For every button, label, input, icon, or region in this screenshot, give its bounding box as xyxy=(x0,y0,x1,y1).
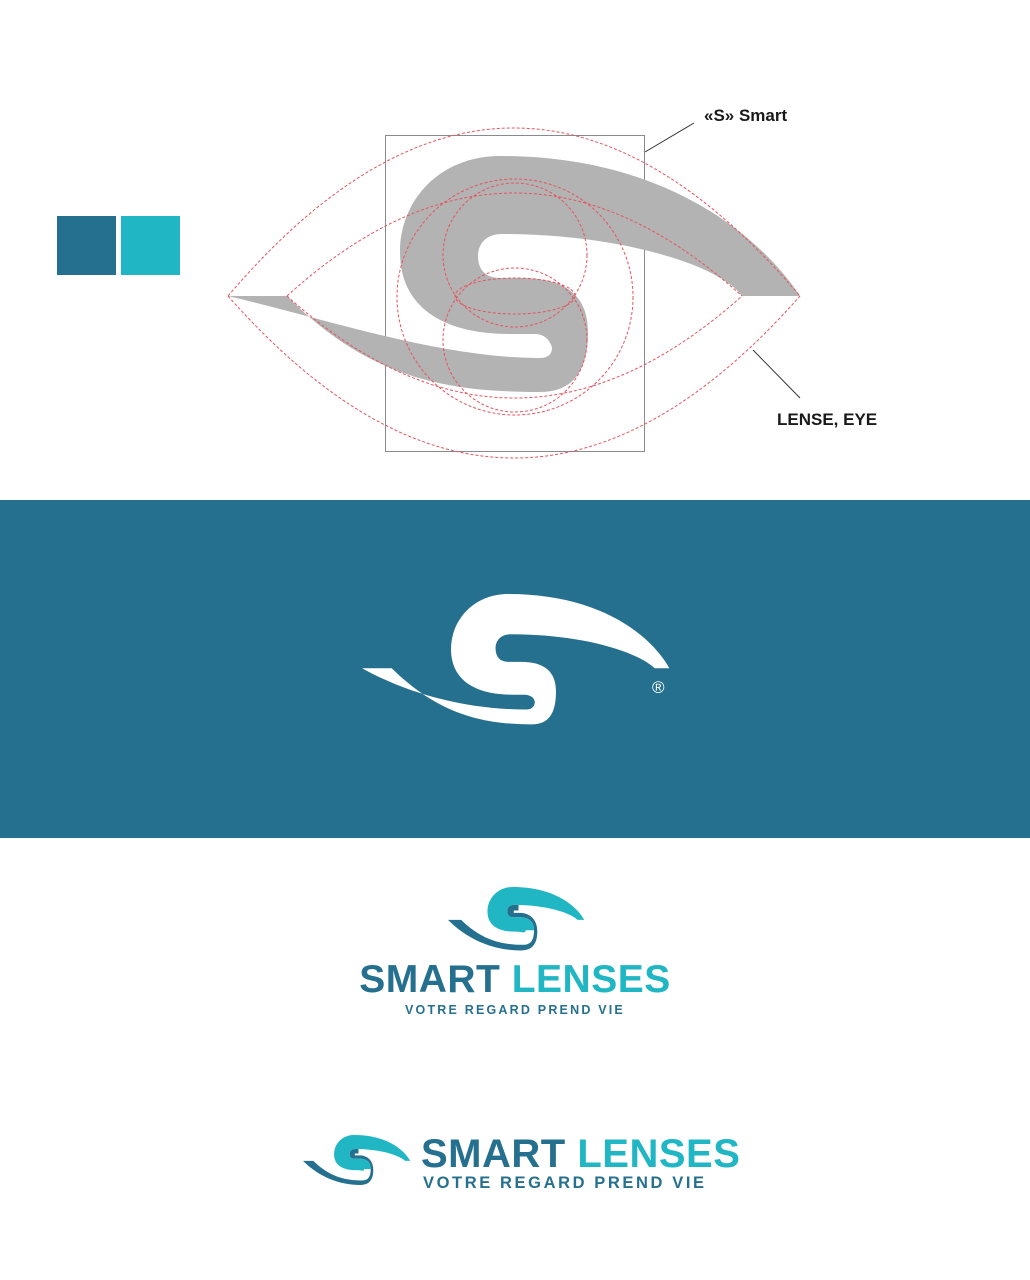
brand-name-lenses: LENSES xyxy=(511,958,671,1001)
brand-name-smart: SMART xyxy=(421,1132,566,1176)
brand-name-lenses: LENSES xyxy=(577,1132,741,1176)
stacked-logo-mark xyxy=(303,887,585,1185)
inline-tagline: VOTRE REGARD PREND VIE xyxy=(423,1174,707,1192)
stacked-tagline: VOTRE REGARD PREND VIE xyxy=(405,1003,625,1017)
brand-name-smart: SMART xyxy=(359,958,501,1001)
stacked-brand-name: SMART LENSES xyxy=(340,958,690,1002)
inline-brand-name: SMART LENSES xyxy=(421,1132,740,1177)
